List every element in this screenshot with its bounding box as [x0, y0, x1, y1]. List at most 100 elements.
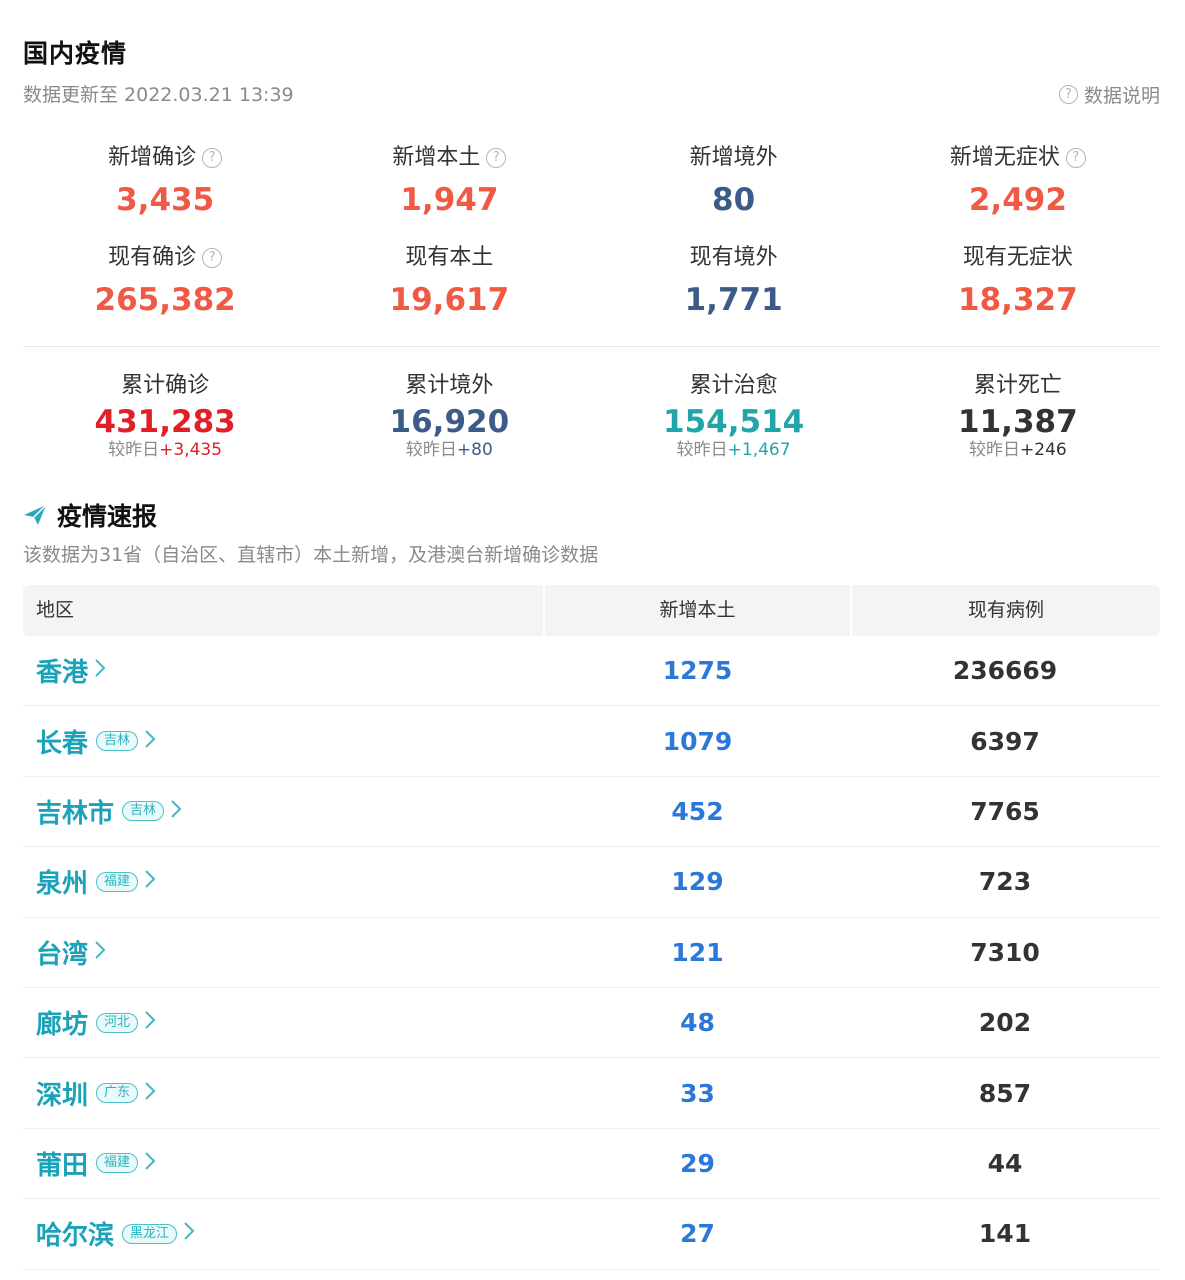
stat-label: 新增无症状: [949, 145, 1060, 170]
stat-diff: 较昨日+1,467: [592, 440, 876, 460]
new-local-value: 29: [680, 1148, 715, 1178]
stat-value: 19,617: [389, 282, 510, 318]
new-local-value: 1079: [662, 726, 733, 756]
chevron-right-icon[interactable]: [144, 1151, 156, 1176]
data-explain-label: 数据说明: [1083, 85, 1160, 107]
stat-diff-value: +3,435: [159, 440, 223, 460]
region-cell[interactable]: 哈尔滨 黑龙江: [23, 1215, 545, 1252]
stat-value: 16,920: [389, 404, 510, 440]
current-cases-value: 44: [987, 1148, 1023, 1178]
stat-diff-prefix: 较昨日: [108, 440, 160, 460]
stat-value: 2,492: [968, 182, 1067, 218]
city-name[interactable]: 莆田: [36, 1145, 88, 1182]
city-name[interactable]: 哈尔滨: [36, 1215, 114, 1252]
region-cell[interactable]: 长春 吉林: [23, 723, 545, 760]
divider: [23, 346, 1160, 347]
city-name[interactable]: 廊坊: [36, 1004, 88, 1041]
city-name[interactable]: 吉林市: [36, 793, 114, 830]
stat-diff-value: +1,467: [727, 440, 791, 460]
chevron-right-icon[interactable]: [94, 940, 106, 965]
table-row[interactable]: 莆田 福建 29 44: [23, 1129, 1160, 1200]
stat-card: 现有无症状 18,327: [876, 244, 1160, 320]
column-header-region[interactable]: 地区: [23, 585, 545, 636]
stat-label-row: 新增确诊?: [23, 144, 307, 172]
stats-row-cumulative: 累计确诊 431,283 较昨日+3,435 累计境外 16,920 较昨日+80 累计治愈…: [23, 372, 1160, 460]
stat-card: 新增确诊? 3,435: [23, 144, 307, 220]
chevron-right-icon[interactable]: [144, 729, 156, 754]
current-cases-value: 7310: [970, 937, 1040, 967]
table-row[interactable]: 香港 1275 236669: [23, 636, 1160, 707]
stat-label-row: 新增境外: [592, 144, 876, 172]
column-header-new-local[interactable]: 新增本土: [545, 585, 852, 636]
chevron-right-icon[interactable]: [183, 1221, 195, 1246]
stat-card: 新增无症状? 2,492: [876, 144, 1160, 220]
new-local-value: 452: [671, 796, 724, 826]
city-name[interactable]: 香港: [36, 652, 88, 689]
city-name[interactable]: 深圳: [36, 1075, 88, 1112]
region-cell[interactable]: 深圳 广东: [23, 1075, 545, 1112]
chevron-right-icon[interactable]: [94, 658, 106, 683]
stat-label-row: 累计死亡: [876, 372, 1160, 400]
stat-card: 新增本土? 1,947: [307, 144, 591, 220]
stat-diff-prefix: 较昨日: [969, 440, 1021, 460]
region-cell[interactable]: 泉州 福建: [23, 863, 545, 900]
stat-label-row: 累计治愈: [592, 372, 876, 400]
chevron-right-icon[interactable]: [170, 799, 182, 824]
stat-label: 新增确诊: [108, 145, 197, 170]
chevron-right-icon[interactable]: [144, 869, 156, 894]
stat-diff: 较昨日+80: [307, 440, 591, 460]
chevron-right-icon[interactable]: [144, 1010, 156, 1035]
page-title: 国内疫情: [23, 39, 128, 68]
stat-label-row: 新增无症状?: [876, 144, 1160, 172]
stat-card: 现有本土 19,617: [307, 244, 591, 320]
table-header: 地区 新增本土 现有病例: [23, 585, 1160, 636]
question-circle-icon[interactable]: ?: [486, 148, 507, 168]
region-cell[interactable]: 莆田 福建: [23, 1145, 545, 1182]
new-local-value: 121: [671, 937, 724, 967]
column-header-current[interactable]: 现有病例: [852, 585, 1160, 636]
stat-label-row: 累计境外: [307, 372, 591, 400]
stat-value: 265,382: [94, 282, 236, 318]
current-cases-value: 723: [978, 867, 1032, 897]
table-row[interactable]: 台湾 121 7310: [23, 918, 1160, 988]
region-cell[interactable]: 香港: [23, 652, 545, 689]
city-name[interactable]: 长春: [36, 723, 88, 760]
province-tag: 福建: [96, 1153, 139, 1174]
stats-row-new: 新增确诊? 3,435 新增本土? 1,947 新增境外 80 新增无症状? 2,492: [23, 144, 1160, 220]
region-cell[interactable]: 台湾: [23, 934, 545, 971]
question-circle-icon[interactable]: ?: [202, 148, 223, 168]
province-tag: 吉林: [122, 801, 165, 822]
stat-card: 新增境外 80: [592, 144, 876, 220]
stat-label: 新增境外: [689, 145, 778, 170]
chevron-right-icon[interactable]: [144, 1081, 156, 1106]
new-local-value: 33: [680, 1078, 715, 1108]
table-row[interactable]: 泉州 福建 129 723: [23, 847, 1160, 918]
question-circle-icon[interactable]: ?: [202, 248, 223, 268]
current-cases-value: 202: [978, 1008, 1032, 1038]
stat-label: 现有确诊: [108, 245, 197, 270]
table-row[interactable]: 廊坊 河北 48 202: [23, 988, 1160, 1059]
table-row[interactable]: 深圳 广东 33 857: [23, 1058, 1160, 1129]
data-explain-link[interactable]: ? 数据说明: [1058, 81, 1160, 108]
section-description: 该数据为31省（自治区、直辖市）本土新增，及港澳台新增确诊数据: [23, 544, 599, 566]
stat-card: 累计死亡 11,387 较昨日+246: [876, 372, 1160, 460]
stat-value: 18,327: [958, 282, 1078, 318]
section-header: 疫情速报: [23, 497, 157, 533]
stat-label: 累计境外: [405, 373, 494, 398]
stat-value: 80: [712, 182, 756, 218]
province-tag: 黑龙江: [122, 1223, 178, 1244]
city-name[interactable]: 泉州: [36, 863, 88, 900]
stat-diff: 较昨日+3,435: [23, 440, 307, 460]
region-cell[interactable]: 吉林市 吉林: [23, 793, 545, 830]
table-row[interactable]: 哈尔滨 黑龙江 27 141: [23, 1199, 1160, 1270]
table-row[interactable]: 长春 吉林 1079 6397: [23, 706, 1160, 777]
region-cell[interactable]: 廊坊 河北: [23, 1004, 545, 1041]
stat-diff-prefix: 较昨日: [405, 440, 457, 460]
province-tag: 吉林: [96, 731, 139, 752]
stat-label-row: 现有无症状: [876, 244, 1160, 272]
section-title: 疫情速报: [57, 502, 158, 531]
question-circle-icon[interactable]: ?: [1065, 148, 1086, 168]
city-name[interactable]: 台湾: [36, 934, 88, 971]
stat-label: 累计治愈: [689, 373, 778, 398]
table-row[interactable]: 吉林市 吉林 452 7765: [23, 777, 1160, 848]
